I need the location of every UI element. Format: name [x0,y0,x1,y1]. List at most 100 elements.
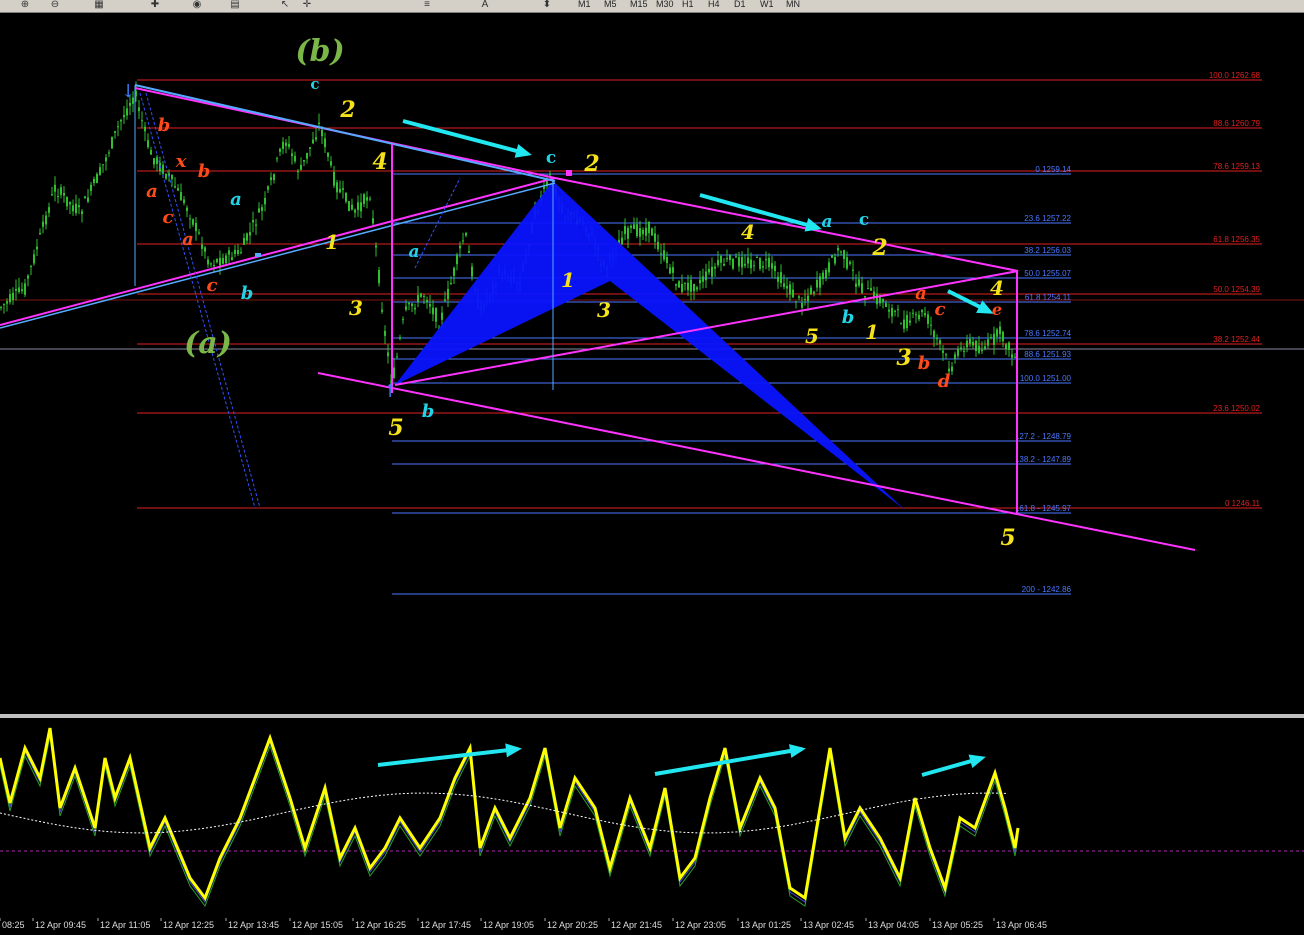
candle-body [624,226,626,235]
candle-body [783,283,785,287]
candle-body [822,272,824,280]
pivot-marker [566,170,572,176]
crosshair-icon[interactable]: ✛ [300,0,314,10]
candle-body [1008,342,1010,350]
timeframe-m5[interactable]: M5 [604,0,617,9]
candle-body [147,140,149,148]
fib-red-label: 88.6 1260.79 [1213,119,1260,128]
candle-body [261,207,263,211]
candle-body [930,324,932,326]
candle-body [657,241,659,250]
candle-body [441,312,443,320]
candle-body [279,148,281,152]
wave-label: 4 [741,220,755,244]
candle-body [921,310,923,313]
candle-body [171,174,173,180]
candle-body [795,301,797,303]
wave-label: a [915,283,927,304]
wave-label: d [938,371,951,392]
candle-body [1011,354,1013,358]
candle-body [201,244,203,249]
timeframe-h4[interactable]: H4 [708,0,720,9]
candle-body [225,255,227,264]
cursor-icon[interactable]: ↖ [278,0,292,10]
timeframe-mn[interactable]: MN [786,0,800,9]
timeframe-h1[interactable]: H1 [682,0,694,9]
autotrading-icon[interactable]: ◉ [190,0,204,10]
chart-icon[interactable]: ▤ [228,0,242,10]
candle-body [174,186,176,188]
candle-body [972,341,974,346]
candle-body [867,288,869,290]
candle-body [426,299,428,303]
candle-body [639,228,641,237]
candle-body [888,309,890,312]
candle-body [108,152,110,154]
candle-body [960,347,962,349]
candle-body [342,188,344,190]
candle-body [990,337,992,339]
candle-body [357,202,359,210]
wave-label: c [859,210,869,230]
candle-body [708,268,710,273]
fib-blue-label: 161.8 - 1245.97 [1015,504,1072,513]
wave-label: a [230,189,242,210]
candle-body [150,150,152,155]
new-order-icon[interactable]: ✚ [148,0,162,10]
wave-label: b [158,115,171,136]
candle-body [378,270,380,284]
candle-body [96,173,98,184]
zoom-out-icon[interactable]: ⊖ [48,0,62,10]
price-chart[interactable]: 100.0 1262.68 88.6 1260.79 78.6 1259.13 61.… [0,13,1304,714]
timeframe-m15[interactable]: M15 [630,0,648,9]
candle-body [870,288,872,291]
text-icon[interactable]: A [478,0,492,10]
candle-body [996,329,998,337]
timeframe-m30[interactable]: M30 [656,0,674,9]
pivot-marker-blue [255,253,261,257]
timeframe-w1[interactable]: W1 [760,0,774,9]
candle-body [696,287,698,290]
candle-body [987,339,989,346]
fibonacci-icon[interactable]: ≡ [420,0,434,10]
candle-body [165,173,167,179]
candle-body [672,267,674,273]
timeframe-m1[interactable]: M1 [578,0,591,9]
candle-body [78,205,80,208]
candle-body [435,308,437,322]
wave-label: a [821,212,832,232]
wave-label: a [182,229,194,250]
oscillator-pane[interactable] [0,718,1304,917]
candle-body [660,253,662,255]
candle-body [900,323,902,325]
candle-body [300,164,302,170]
candle-body [621,237,623,245]
candle-body [144,126,146,132]
candle-body [204,247,206,252]
oscillator-canvas [0,727,1304,908]
candle-body [180,192,182,201]
candle-body [471,266,473,277]
candle-body [993,333,995,345]
timeframe-d1[interactable]: D1 [734,0,746,9]
candle-body [939,340,941,344]
candle-body [633,224,635,229]
candle-body [756,256,758,258]
zoom-in-icon[interactable]: ⊕ [18,0,32,10]
grid-icon[interactable]: ▦ [92,0,106,10]
candle-body [393,367,395,378]
arrow-icon[interactable]: ⬍ [540,0,554,10]
candle-body [918,314,920,320]
candle-body [630,225,632,228]
candle-body [777,276,779,282]
candle-body [0,307,2,309]
fib-red-label: 61.8 1256.35 [1213,235,1260,244]
candle-body [912,312,914,314]
candle-body [210,263,212,265]
candle-body [462,240,464,242]
candle-body [915,314,917,316]
candle-body [444,299,446,301]
candle-body [183,199,185,204]
candle-body [18,287,20,293]
pivot-arrow-down: ↓ [120,81,135,102]
